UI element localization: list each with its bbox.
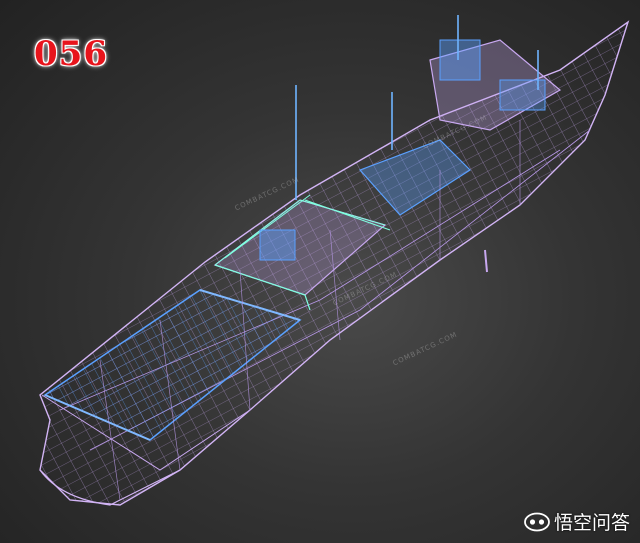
wukong-logo-icon — [524, 512, 550, 531]
brand-badge: 悟空问答 — [524, 508, 630, 535]
ship-number-label: 056 — [34, 34, 108, 74]
ship-wireframe — [39, 15, 630, 506]
render-viewport: 056 COMBATCG.COM COMBATCG.COM COMBATCG.C… — [0, 0, 640, 543]
brand-name: 悟空问答 — [553, 512, 630, 534]
